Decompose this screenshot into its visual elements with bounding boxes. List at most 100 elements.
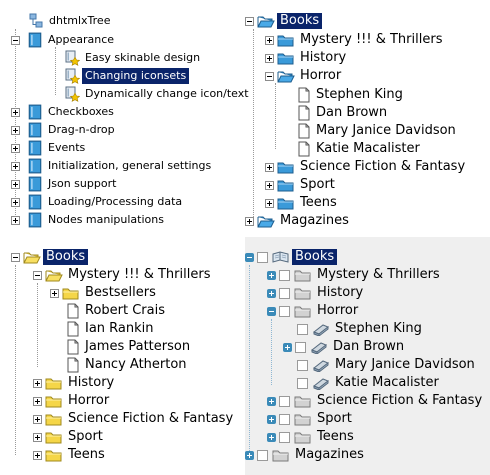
tree-root-node[interactable]: Books: [245, 248, 338, 266]
tree-node-history[interactable]: History: [265, 49, 349, 67]
expand-toggle-icon[interactable]: [33, 414, 42, 424]
expand-toggle-icon[interactable]: [11, 143, 20, 153]
expand-toggle-icon[interactable]: [50, 288, 59, 298]
tree-node-label[interactable]: Bestsellers: [82, 285, 159, 301]
expand-toggle-icon[interactable]: [267, 288, 276, 298]
tree-node-label[interactable]: Science Fiction & Fantasy: [297, 159, 468, 175]
tree-leaf-label[interactable]: Ian Rankin: [82, 321, 157, 337]
tree-node-label[interactable]: Magazines: [277, 213, 352, 229]
tree-node-manipulations[interactable]: Nodes manipulations: [11, 211, 167, 229]
tree-leaf-dynamic[interactable]: Dynamically change icon/text: [64, 85, 252, 103]
expand-toggle-icon[interactable]: [267, 414, 276, 424]
tree-node-scifi[interactable]: Science Fiction & Fantasy: [265, 158, 468, 176]
tree-leaf-robert-crais[interactable]: Robert Crais: [66, 302, 168, 320]
tree-leaf-stephen-king[interactable]: Stephen King: [297, 86, 406, 104]
tree-checkbox[interactable]: [279, 431, 290, 443]
tree-leaf-label[interactable]: Katie Macalister: [332, 375, 442, 391]
tree-leaf-label[interactable]: Mary Janice Davidson: [332, 357, 478, 373]
tree-checkbox[interactable]: [297, 359, 308, 371]
tree-leaf-label[interactable]: Nancy Atherton: [82, 357, 190, 373]
tree-checkbox[interactable]: [279, 413, 290, 425]
expand-toggle-icon[interactable]: [33, 378, 42, 388]
tree-node-teens[interactable]: Teens: [267, 428, 357, 446]
tree-node-label[interactable]: History: [297, 50, 349, 66]
expand-toggle-icon[interactable]: [283, 342, 292, 352]
tree-node-label[interactable]: Horror: [297, 68, 344, 84]
expand-toggle-icon[interactable]: [265, 53, 274, 63]
tree-node-mystery[interactable]: Mystery !!! & Thrillers: [265, 31, 445, 49]
tree-leaf-label[interactable]: Easy skinable design: [82, 50, 203, 66]
tree-node-dan-brown[interactable]: Dan Brown: [283, 338, 407, 356]
tree-node-label[interactable]: Sport: [314, 411, 355, 427]
tree-node-label[interactable]: Science Fiction & Fantasy: [65, 411, 236, 427]
tree-leaf-label[interactable]: Dan Brown: [313, 105, 390, 121]
tree-node-label[interactable]: Sport: [297, 177, 338, 193]
tree-node-label[interactable]: Initialization, general settings: [45, 158, 214, 174]
tree-leaf-label[interactable]: Katie Macalister: [313, 141, 423, 157]
tree-node-mystery[interactable]: Mystery !!! & Thrillers: [33, 266, 213, 284]
expand-toggle-icon[interactable]: [11, 125, 20, 135]
tree-checkbox[interactable]: [279, 269, 290, 281]
tree-node-scifi[interactable]: Science Fiction & Fantasy: [267, 392, 485, 410]
tree-leaf-james-patterson[interactable]: James Patterson: [66, 338, 193, 356]
tree-root-label[interactable]: dhtmlxTree: [46, 13, 113, 29]
collapse-toggle-icon[interactable]: [11, 35, 20, 45]
tree-root-node[interactable]: dhtmlxTree: [28, 12, 113, 30]
tree-root-node[interactable]: Books: [11, 248, 89, 266]
collapse-toggle-icon[interactable]: [265, 71, 274, 81]
tree-node-label[interactable]: Json support: [45, 176, 119, 192]
tree-node-label[interactable]: Drag-n-drop: [45, 122, 118, 138]
tree-leaf-stephen-king[interactable]: Stephen King: [297, 320, 425, 338]
tree-node-label[interactable]: Teens: [65, 447, 108, 463]
tree-node-label[interactable]: Mystery !!! & Thrillers: [65, 267, 213, 283]
tree-node-label[interactable]: Appearance: [45, 32, 117, 48]
tree-node-history[interactable]: History: [33, 374, 117, 392]
tree-leaf-katie-macalister[interactable]: Katie Macalister: [297, 140, 423, 158]
tree-node-mystery[interactable]: Mystery & Thrillers: [267, 266, 443, 284]
tree-node-horror[interactable]: Horror: [33, 392, 112, 410]
expand-toggle-icon[interactable]: [33, 450, 42, 460]
tree-node-bestsellers[interactable]: Bestsellers: [50, 284, 159, 302]
tree-leaf-label-selected[interactable]: Changing iconsets: [82, 68, 190, 84]
expand-toggle-icon[interactable]: [11, 161, 20, 171]
tree-checkbox[interactable]: [295, 341, 306, 353]
tree-node-label[interactable]: Checkboxes: [45, 104, 117, 120]
collapse-toggle-icon[interactable]: [245, 252, 254, 262]
expand-toggle-icon[interactable]: [267, 270, 276, 280]
tree-node-label[interactable]: History: [65, 375, 117, 391]
tree-node-checkboxes[interactable]: Checkboxes: [11, 103, 117, 121]
tree-node-sport[interactable]: Sport: [33, 428, 106, 446]
tree-node-label[interactable]: Teens: [314, 429, 357, 445]
expand-toggle-icon[interactable]: [11, 107, 20, 117]
tree-leaf-nancy-atherton[interactable]: Nancy Atherton: [66, 356, 190, 374]
tree-leaf-label[interactable]: Robert Crais: [82, 303, 168, 319]
expand-toggle-icon[interactable]: [33, 396, 42, 406]
tree-node-magazines[interactable]: Magazines: [245, 212, 352, 230]
tree-root-label-selected[interactable]: Books: [292, 249, 338, 265]
tree-leaf-mary-janice-davidson[interactable]: Mary Janice Davidson: [297, 122, 459, 140]
tree-node-appearance[interactable]: Appearance: [11, 31, 117, 49]
tree-node-label[interactable]: Mystery !!! & Thrillers: [297, 32, 445, 48]
expand-toggle-icon[interactable]: [11, 179, 20, 189]
expand-toggle-icon[interactable]: [265, 35, 274, 45]
tree-leaf-katie-macalister[interactable]: Katie Macalister: [297, 374, 442, 392]
tree-node-label[interactable]: Events: [45, 140, 88, 156]
tree-root-label-selected[interactable]: Books: [277, 13, 323, 29]
tree-node-horror[interactable]: Horror: [265, 67, 344, 85]
tree-node-label[interactable]: Magazines: [292, 447, 367, 463]
tree-leaf-label[interactable]: Stephen King: [313, 87, 406, 103]
tree-root-node[interactable]: Books: [245, 12, 323, 30]
tree-node-initialization[interactable]: Initialization, general settings: [11, 157, 214, 175]
tree-node-events[interactable]: Events: [11, 139, 88, 157]
tree-leaf-label[interactable]: Mary Janice Davidson: [313, 123, 459, 139]
tree-checkbox[interactable]: [297, 323, 308, 335]
tree-node-magazines[interactable]: Magazines: [245, 446, 367, 464]
expand-toggle-icon[interactable]: [265, 180, 274, 190]
tree-leaf-label[interactable]: James Patterson: [82, 339, 193, 355]
tree-checkbox[interactable]: [279, 395, 290, 407]
expand-toggle-icon[interactable]: [267, 396, 276, 406]
tree-node-teens[interactable]: Teens: [33, 446, 108, 464]
tree-node-label[interactable]: Teens: [297, 195, 340, 211]
tree-checkbox[interactable]: [257, 251, 268, 263]
tree-node-horror[interactable]: Horror: [267, 302, 361, 320]
